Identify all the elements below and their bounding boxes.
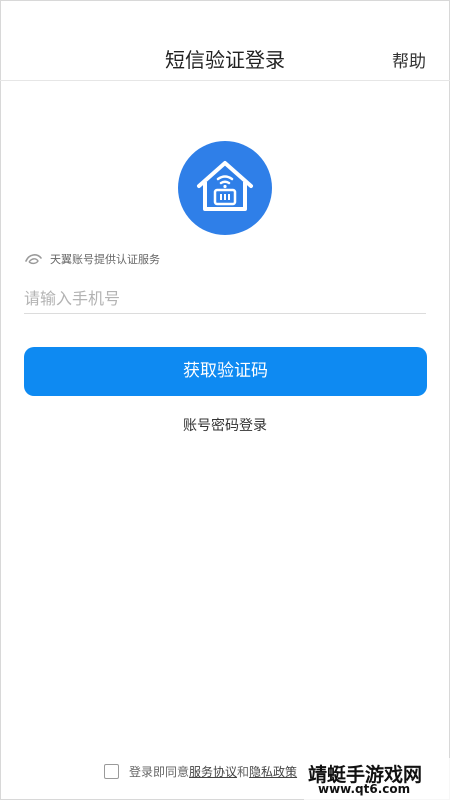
screen-frame xyxy=(0,0,450,800)
help-button[interactable]: 帮助 xyxy=(392,47,426,72)
top-bar: 短信验证登录 帮助 xyxy=(0,0,450,81)
provider-note: 天翼账号提供认证服务 xyxy=(24,251,160,267)
tianyi-logo-icon xyxy=(25,254,42,265)
password-login-link[interactable]: 账号密码登录 xyxy=(0,415,450,435)
page-title: 短信验证登录 xyxy=(165,48,285,72)
get-code-button[interactable]: 获取验证码 xyxy=(24,347,427,396)
agree-checkbox[interactable] xyxy=(104,763,119,779)
agreement-and: 和 xyxy=(237,764,250,779)
watermark-url: www.qt6.com xyxy=(318,782,411,796)
agreement-row: 登录即同意 服务协议 和 隐私政策 xyxy=(104,762,297,780)
provider-text: 天翼账号提供认证服务 xyxy=(50,253,160,266)
smart-home-icon xyxy=(178,141,272,235)
agreement-prefix: 登录即同意 xyxy=(129,764,190,779)
phone-input[interactable] xyxy=(24,283,426,314)
privacy-policy-link[interactable]: 隐私政策 xyxy=(249,763,297,780)
service-agreement-link[interactable]: 服务协议 xyxy=(189,763,237,780)
